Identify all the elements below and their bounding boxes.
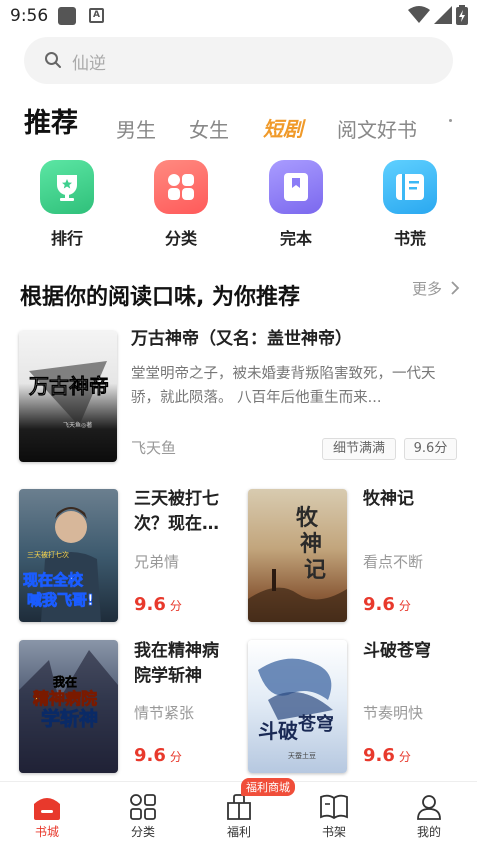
chevron-right-icon (451, 281, 460, 295)
search-icon (45, 52, 61, 68)
book-title: 三天被打七 次？现在… (134, 489, 219, 534)
quick-entry-label: 分类 (164, 229, 197, 248)
svg-text:天蚕土豆: 天蚕土豆 (288, 751, 316, 760)
nav-label: 我的 (416, 825, 441, 839)
quick-entry-label: 完本 (279, 229, 312, 248)
nav-bookstore[interactable]: 书城 (17, 794, 77, 840)
book-subtitle: 兄弟情 (134, 553, 180, 571)
svg-text:万古神帝: 万古神帝 (28, 374, 109, 398)
book-tag: 9.6分 (404, 438, 457, 460)
book-tag: 细节满满 (322, 438, 396, 460)
book-score: 9.6 分 (134, 745, 182, 766)
profile-icon (417, 795, 441, 820)
tab-male[interactable]: 男生 (116, 114, 156, 143)
book-subtitle: 看点不断 (363, 553, 424, 571)
svg-text:神: 神 (300, 531, 322, 557)
tab-yuewen-books[interactable]: 阅文好书 (337, 114, 417, 143)
quick-entry-category[interactable]: 分类 (146, 160, 216, 250)
book-score: 9.6 分 (363, 594, 411, 615)
book-score: 9.6 分 (363, 745, 411, 766)
tab-short-drama[interactable]: 短剧 (263, 113, 303, 142)
book-subtitle: 情节紧张 (134, 704, 195, 722)
svg-text:喊我飞哥!: 喊我飞哥! (27, 591, 94, 609)
svg-text:飞天鱼◎著: 飞天鱼◎著 (63, 421, 92, 429)
nav-category[interactable]: 分类 (113, 794, 173, 840)
book-title: 万古神帝（又名：盖世神帝） (131, 329, 352, 349)
book-icon (383, 160, 437, 214)
svg-text:牧: 牧 (296, 505, 319, 531)
store-icon (34, 798, 60, 820)
wifi-icon (408, 6, 430, 23)
app-notification-icon: A (89, 8, 104, 23)
battery-icon (456, 5, 468, 25)
book-cover-image: 牧 神 记 (248, 489, 347, 622)
status-bar: 9:56 A (0, 0, 477, 34)
book-title: 牧神记 (363, 489, 414, 509)
search-placeholder[interactable]: 仙逆 (72, 49, 106, 74)
section-title: 根据你的阅读口味, 为你推荐 (20, 285, 301, 310)
book-title: 斗破苍穹 (363, 641, 431, 661)
nav-label: 福利 (226, 825, 251, 839)
nav-welfare[interactable]: 福利 (209, 794, 269, 840)
book-cover-image: 三天被打七次 现在全校 喊我飞哥! (19, 489, 118, 622)
svg-text:我在: 我在 (53, 674, 77, 689)
nav-bookshelf[interactable]: 书架 (304, 794, 364, 840)
gift-icon (227, 794, 251, 820)
notification-icon (58, 7, 76, 25)
category-icon (130, 794, 156, 820)
tab-female[interactable]: 女生 (189, 114, 229, 143)
book-title: 我在精神病 院学斩神 (134, 641, 219, 686)
nav-profile[interactable]: 我的 (399, 794, 459, 840)
search-bar[interactable]: 仙逆 (24, 37, 453, 84)
quick-entry-label: 书荒 (393, 229, 426, 248)
trophy-icon (40, 160, 94, 214)
quick-entry-completed[interactable]: 完本 (261, 160, 331, 250)
svg-text:苍穹: 苍穹 (297, 713, 334, 735)
grid-icon (154, 160, 208, 214)
book-author: 飞天鱼 (131, 439, 177, 457)
svg-text:记: 记 (304, 557, 326, 583)
book-subtitle: 节奏明快 (363, 704, 424, 722)
svg-text:现在全校: 现在全校 (23, 571, 84, 589)
book-score: 9.6 分 (134, 594, 182, 615)
book-cover-image: 斗破 苍穹 天蚕土豆 (248, 640, 347, 773)
book-cover-image: 万古神帝 飞天鱼◎著 (19, 331, 117, 462)
cellular-icon (434, 6, 452, 24)
nav-label: 书城 (34, 825, 59, 839)
quick-entry-ranking[interactable]: 排行 (32, 160, 102, 250)
nav-label: 书架 (321, 825, 346, 839)
book-description: 堂堂明帝之子，被未婚妻背叛陷害致死，一代天骄，就此陨落。 八百年后他重生而来..… (131, 366, 436, 406)
nav-label: 分类 (130, 825, 155, 839)
bookshelf-icon (320, 794, 348, 820)
status-time: 9:56 (10, 6, 49, 26)
svg-text:三天被打七次: 三天被打七次 (27, 550, 69, 559)
welfare-mall-badge[interactable]: 福利商城 (241, 778, 295, 796)
more-link[interactable]: 更多 (412, 278, 460, 299)
svg-text:斗破: 斗破 (258, 719, 298, 743)
bookmark-icon (269, 160, 323, 214)
tabs-overflow-indicator (449, 119, 452, 122)
quick-entry-book-famine[interactable]: 书荒 (375, 160, 445, 250)
quick-entry-label: 排行 (50, 229, 83, 248)
bottom-navigation: 书城 分类 福利 福利商城 书架 我的 (0, 778, 477, 848)
more-label: 更多 (412, 280, 443, 298)
svg-text:学斩神: 学斩神 (41, 707, 98, 730)
tab-recommend[interactable]: 推荐 (24, 101, 78, 140)
svg-text:精神病院: 精神病院 (33, 689, 97, 708)
book-cover-image: 我在 精神病院 学斩神 (19, 640, 118, 773)
